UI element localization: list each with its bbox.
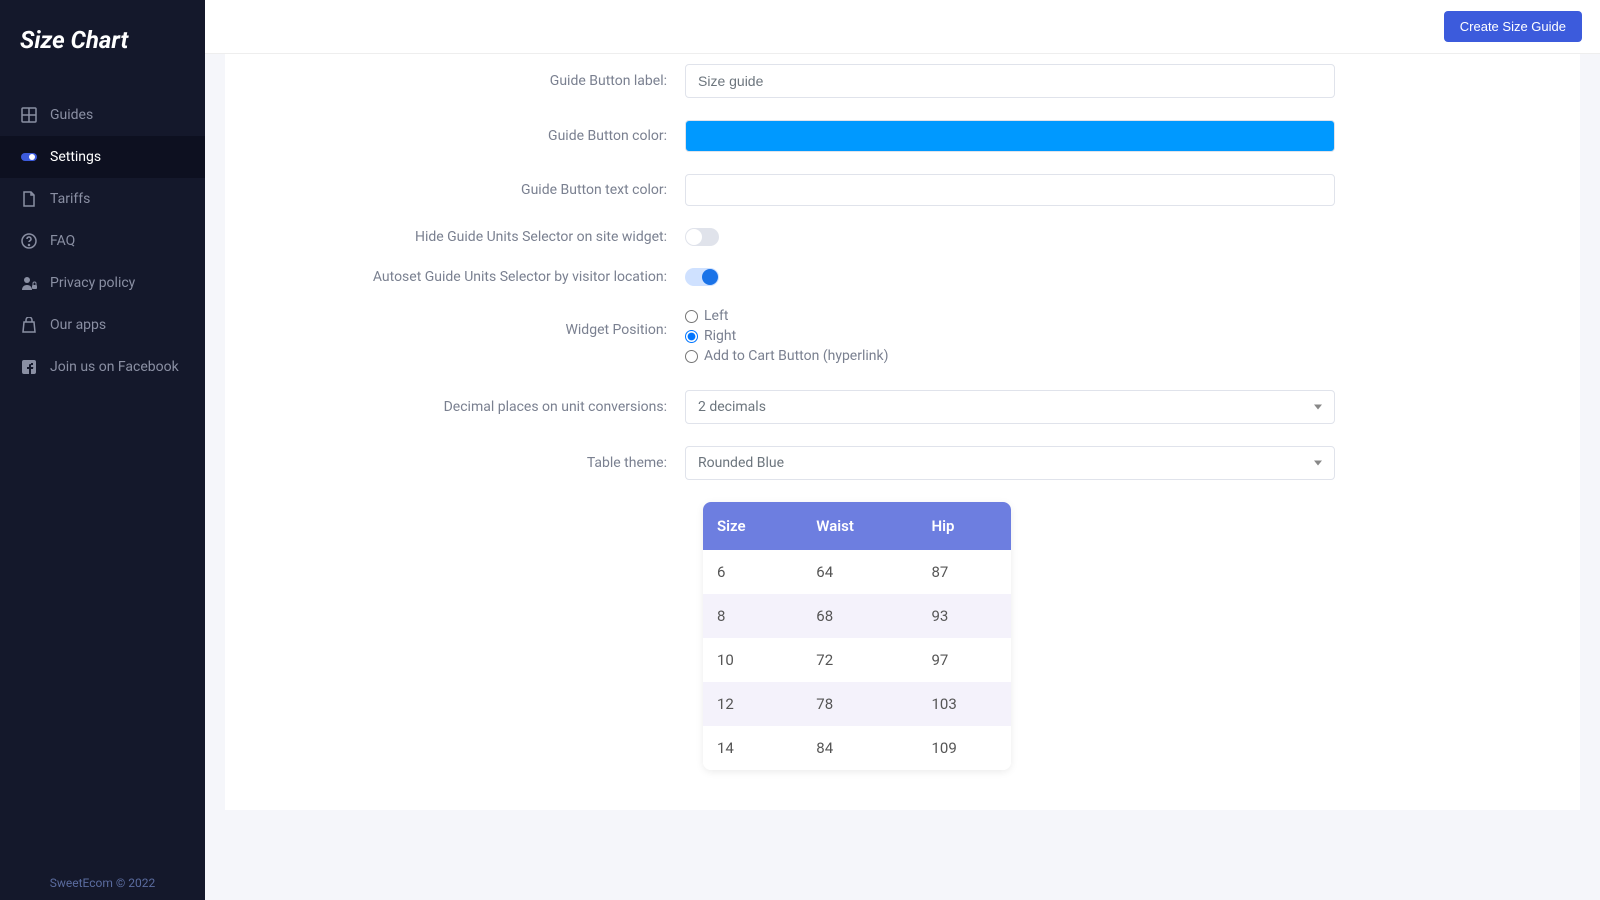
sidebar-item-label: Guides [50, 107, 93, 123]
sidebar-footer: SweetEcom © 2022 [0, 866, 205, 900]
autoset-units-toggle[interactable] [685, 268, 719, 286]
radio-option-right[interactable]: Right [685, 328, 1335, 344]
select-value: Rounded Blue [698, 455, 784, 471]
row-autoset-units: Autoset Guide Units Selector by visitor … [255, 268, 1550, 286]
row-table-theme: Table theme: Rounded Blue [255, 446, 1550, 480]
row-guide-button-color: Guide Button color: [255, 120, 1550, 152]
content: Guide Button label: Guide Button color: … [205, 54, 1600, 900]
row-widget-position: Widget Position: Left Right Add to Cart … [255, 308, 1550, 368]
row-decimal-places: Decimal places on unit conversions: 2 de… [255, 390, 1550, 424]
guide-button-color-input[interactable] [685, 120, 1335, 152]
toggle-knob [686, 229, 702, 245]
col-waist: Waist [802, 502, 917, 550]
grid-icon [20, 106, 38, 124]
label-guide-button-color: Guide Button color: [255, 128, 685, 144]
sidebar-item-settings[interactable]: Settings [0, 136, 205, 178]
label-guide-button-label: Guide Button label: [255, 73, 685, 89]
decimal-places-select[interactable]: 2 decimals [685, 390, 1335, 424]
cell: 12 [703, 682, 802, 726]
label-hide-units-selector: Hide Guide Units Selector on site widget… [255, 229, 685, 245]
app-title: Size Chart [0, 0, 205, 94]
row-hide-units-selector: Hide Guide Units Selector on site widget… [255, 228, 1550, 246]
cell: 10 [703, 638, 802, 682]
cell: 93 [917, 594, 1011, 638]
sidebar-item-label: Settings [50, 149, 101, 165]
radio-option-left[interactable]: Left [685, 308, 1335, 324]
settings-form: Guide Button label: Guide Button color: … [225, 54, 1580, 810]
file-icon [20, 190, 38, 208]
radio-label: Left [704, 308, 728, 324]
label-widget-position: Widget Position: [255, 308, 685, 338]
sidebar-item-label: Tariffs [50, 191, 90, 207]
cell: 84 [802, 726, 917, 770]
widget-position-radio-group: Left Right Add to Cart Button (hyperlink… [685, 308, 1335, 368]
radio-left[interactable] [685, 310, 698, 323]
radio-option-cart[interactable]: Add to Cart Button (hyperlink) [685, 348, 1335, 364]
bag-icon [20, 316, 38, 334]
size-guide-preview-table: Size Waist Hip 66487 86893 107297 127810… [703, 502, 1011, 770]
table-row: 1278103 [703, 682, 1011, 726]
radio-right[interactable] [685, 330, 698, 343]
facebook-icon [20, 358, 38, 376]
cell: 87 [917, 550, 1011, 594]
toggle-icon [20, 148, 38, 166]
topbar: Create Size Guide [205, 0, 1600, 54]
label-guide-button-text-color: Guide Button text color: [255, 182, 685, 198]
radio-label: Add to Cart Button (hyperlink) [704, 348, 888, 364]
sidebar: Size Chart Guides Settings Tariffs FAQ [0, 0, 205, 900]
cell: 72 [802, 638, 917, 682]
table-row: 107297 [703, 638, 1011, 682]
main: Create Size Guide Guide Button label: Gu… [205, 0, 1600, 900]
label-autoset-units: Autoset Guide Units Selector by visitor … [255, 269, 685, 285]
cell: 109 [917, 726, 1011, 770]
row-guide-button-label: Guide Button label: [255, 64, 1550, 98]
table-row: 86893 [703, 594, 1011, 638]
radio-cart[interactable] [685, 350, 698, 363]
table-header-row: Size Waist Hip [703, 502, 1011, 550]
table-row: 1484109 [703, 726, 1011, 770]
cell: 103 [917, 682, 1011, 726]
help-icon [20, 232, 38, 250]
row-guide-button-text-color: Guide Button text color: [255, 174, 1550, 206]
sidebar-item-guides[interactable]: Guides [0, 94, 205, 136]
cell: 68 [802, 594, 917, 638]
cell: 78 [802, 682, 917, 726]
select-value: 2 decimals [698, 399, 766, 415]
guide-button-label-input[interactable] [685, 64, 1335, 98]
table-row: 66487 [703, 550, 1011, 594]
sidebar-item-label: Privacy policy [50, 275, 135, 291]
radio-label: Right [704, 328, 736, 344]
table-theme-select[interactable]: Rounded Blue [685, 446, 1335, 480]
sidebar-item-faq[interactable]: FAQ [0, 220, 205, 262]
col-hip: Hip [917, 502, 1011, 550]
user-lock-icon [20, 274, 38, 292]
sidebar-item-label: Our apps [50, 317, 106, 333]
sidebar-item-label: Join us on Facebook [50, 359, 179, 375]
cell: 64 [802, 550, 917, 594]
cell: 8 [703, 594, 802, 638]
cell: 97 [917, 638, 1011, 682]
guide-button-text-color-input[interactable] [685, 174, 1335, 206]
col-size: Size [703, 502, 802, 550]
sidebar-item-privacy[interactable]: Privacy policy [0, 262, 205, 304]
cell: 6 [703, 550, 802, 594]
create-size-guide-button[interactable]: Create Size Guide [1444, 11, 1582, 42]
sidebar-item-apps[interactable]: Our apps [0, 304, 205, 346]
sidebar-nav: Guides Settings Tariffs FAQ Privacy poli… [0, 94, 205, 866]
label-table-theme: Table theme: [255, 455, 685, 471]
label-decimal-places: Decimal places on unit conversions: [255, 399, 685, 415]
sidebar-item-facebook[interactable]: Join us on Facebook [0, 346, 205, 388]
toggle-knob [702, 269, 718, 285]
sidebar-item-tariffs[interactable]: Tariffs [0, 178, 205, 220]
hide-units-selector-toggle[interactable] [685, 228, 719, 246]
sidebar-item-label: FAQ [50, 233, 75, 249]
cell: 14 [703, 726, 802, 770]
